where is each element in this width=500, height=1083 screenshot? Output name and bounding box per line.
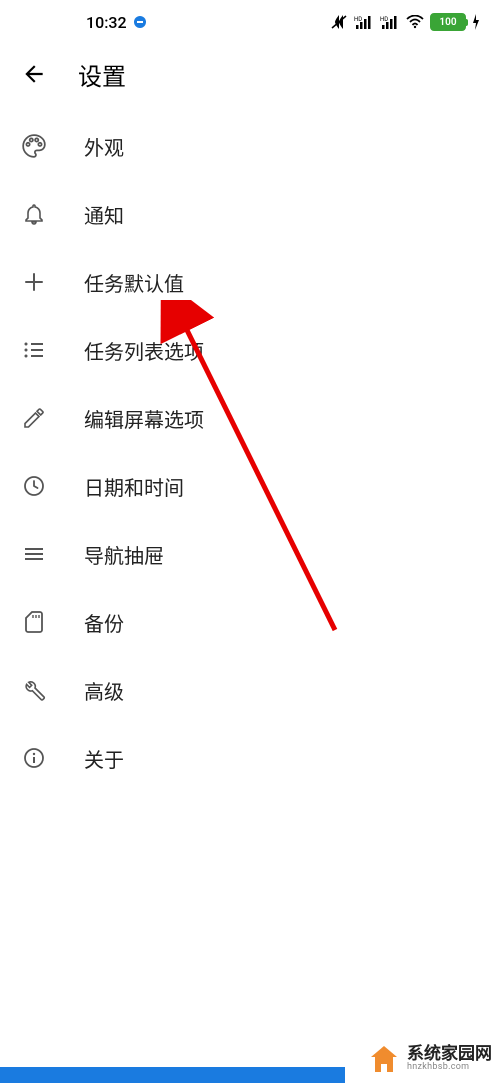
settings-item-label: 导航抽屉 [84,540,164,569]
status-bar: 10:32 HD HD 100 [0,0,500,44]
palette-icon [20,132,48,160]
settings-item-nav-drawer[interactable]: 导航抽屉 [0,520,500,588]
status-left: 10:32 [86,13,147,32]
clock-icon [20,472,48,500]
arrow-left-icon [21,61,47,87]
settings-item-task-defaults[interactable]: 任务默认值 [0,248,500,316]
settings-item-advanced[interactable]: 高级 [0,656,500,724]
settings-item-label: 任务列表选项 [84,336,204,365]
settings-item-about[interactable]: 关于 [0,724,500,792]
charging-icon [472,14,480,30]
list-icon [20,336,48,364]
signal-2-icon: HD [380,15,400,29]
settings-item-label: 编辑屏幕选项 [84,404,204,433]
mute-icon [330,14,348,30]
settings-item-edit-screen-options[interactable]: 编辑屏幕选项 [0,384,500,452]
settings-item-label: 高级 [84,676,124,705]
settings-item-label: 任务默认值 [84,268,184,297]
wrench-icon [20,676,48,704]
settings-item-task-list-options[interactable]: 任务列表选项 [0,316,500,384]
status-time: 10:32 [86,13,127,32]
bell-icon [20,200,48,228]
bottom-progress-bar [0,1067,345,1083]
status-dot-icon [133,15,147,29]
brand-logo-icon [367,1042,401,1076]
battery-icon: 100 [430,13,466,31]
svg-text:HD: HD [380,16,388,23]
status-right: HD HD 100 [330,13,480,31]
settings-item-label: 外观 [84,132,124,161]
settings-item-backup[interactable]: 备份 [0,588,500,656]
settings-item-date-time[interactable]: 日期和时间 [0,452,500,520]
drawer-icon [20,540,48,568]
wifi-icon [406,15,424,29]
brand-text-en: hnzkhbsb.com [407,1063,492,1073]
info-icon [20,744,48,772]
back-button[interactable] [20,60,48,88]
svg-text:HD: HD [354,16,362,23]
brand-watermark: 系统家园网 hnzkhbsb.com [361,1035,492,1083]
pencil-icon [20,404,48,432]
settings-item-label: 备份 [84,608,124,637]
settings-item-label: 日期和时间 [84,472,184,501]
settings-list: 外观 通知 任务默认值 任务列表选项 编辑屏幕选项 日期和时间 [0,104,500,800]
settings-item-label: 通知 [84,200,124,229]
settings-item-appearance[interactable]: 外观 [0,112,500,180]
signal-1-icon: HD [354,15,374,29]
sdcard-icon [20,608,48,636]
header: 设置 [0,44,500,104]
page-title: 设置 [78,57,126,92]
settings-item-notifications[interactable]: 通知 [0,180,500,248]
settings-item-label: 关于 [84,744,124,773]
brand-text: 系统家园网 hnzkhbsb.com [407,1045,492,1074]
brand-text-cn: 系统家园网 [407,1045,492,1064]
plus-icon [20,268,48,296]
battery-level: 100 [439,17,456,28]
